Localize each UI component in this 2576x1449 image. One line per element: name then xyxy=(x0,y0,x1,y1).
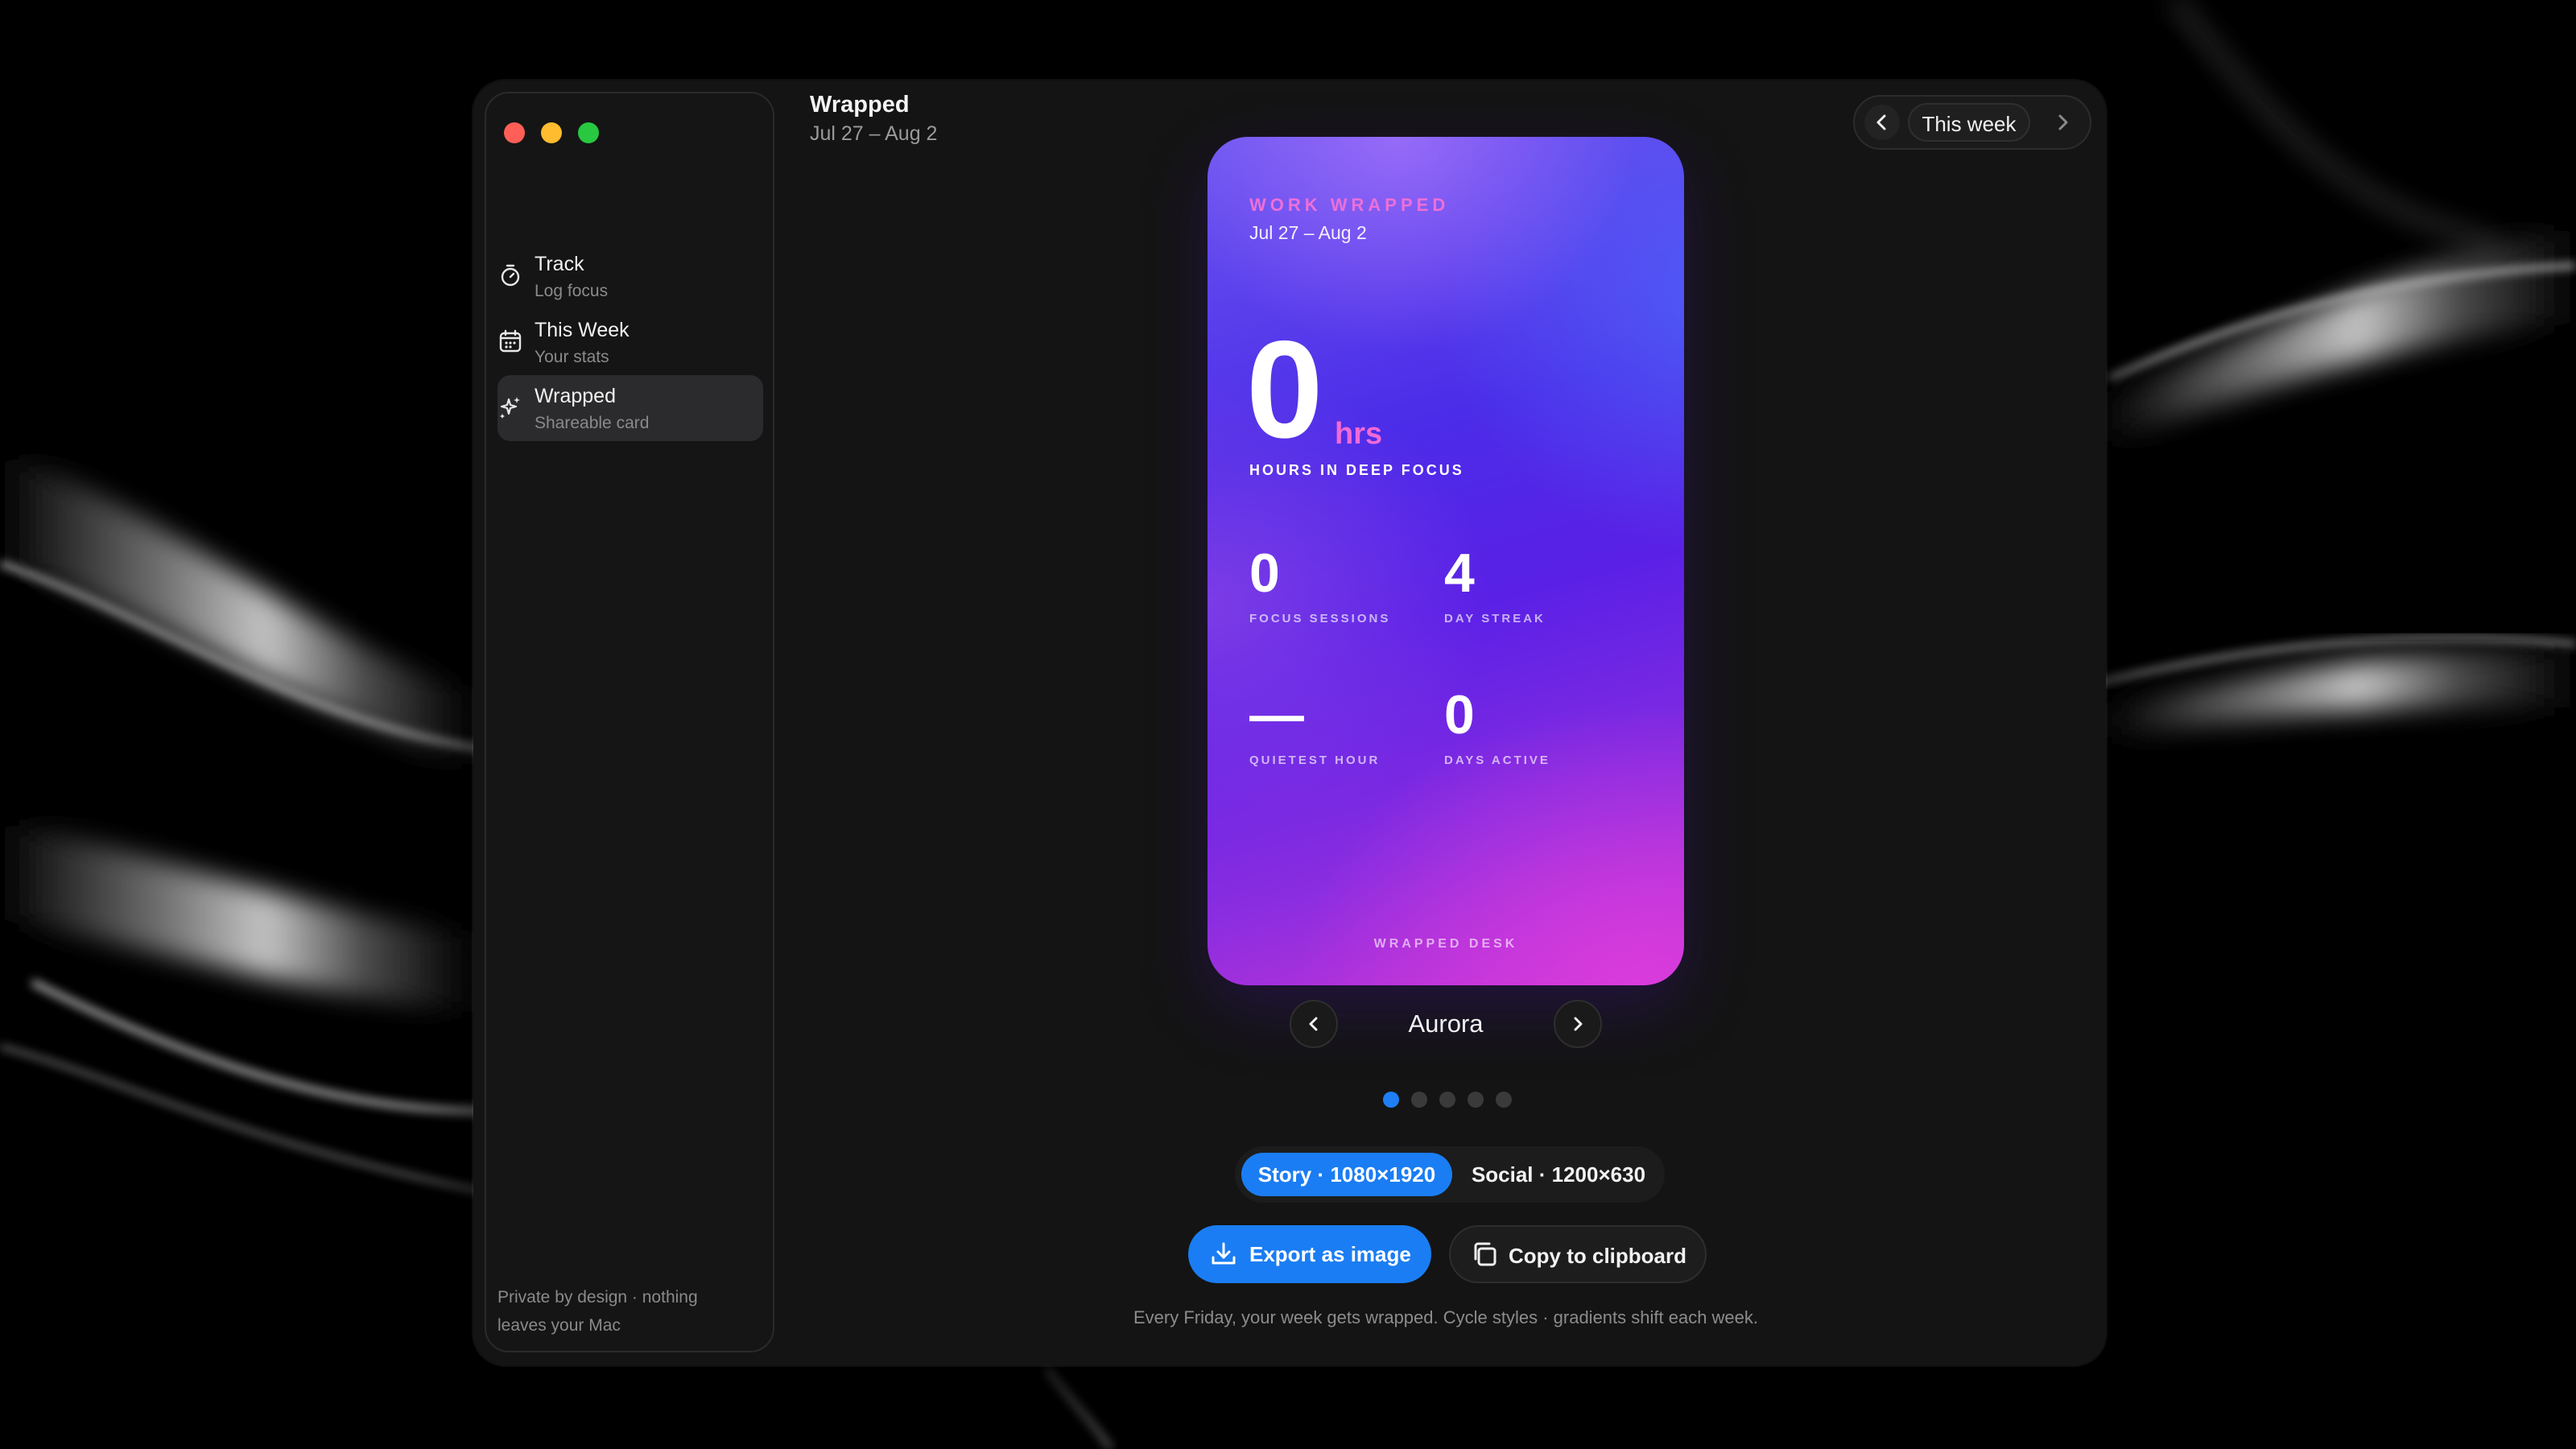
sidebar-item-title: Track xyxy=(535,253,584,275)
sidebar-item-track[interactable]: Track Log focus xyxy=(486,243,763,309)
minimize-window-button[interactable] xyxy=(541,122,562,143)
copy-clipboard-label: Copy to clipboard xyxy=(1509,1244,1686,1268)
hours-label: HOURS IN DEEP FOCUS xyxy=(1249,462,1464,478)
style-dot[interactable] xyxy=(1468,1092,1484,1108)
tagline: Every Friday, your week gets wrapped. Cy… xyxy=(1133,1307,1759,1327)
close-window-button[interactable] xyxy=(504,122,525,143)
style-dot[interactable] xyxy=(1496,1092,1512,1108)
sidebar: Track Log focus This Week Your stats Wra… xyxy=(485,92,774,1352)
sidebar-item-subtitle: Shareable card xyxy=(535,414,650,432)
card-date-range: Jul 27 – Aug 2 xyxy=(1249,222,1367,243)
format-option-story[interactable]: Story · 1080×1920 xyxy=(1241,1153,1452,1196)
chevron-right-icon xyxy=(2058,114,2068,130)
zoom-window-button[interactable] xyxy=(578,122,599,143)
next-week-button[interactable] xyxy=(2045,105,2080,140)
sidebar-item-subtitle: Your stats xyxy=(535,348,609,366)
privacy-note-line: leaves your Mac xyxy=(497,1316,621,1335)
style-dot[interactable] xyxy=(1383,1092,1399,1108)
copy-icon xyxy=(1474,1242,1496,1266)
hours-value: 0 xyxy=(1246,312,1323,467)
day-streak-label: DAY STREAK xyxy=(1444,612,1546,625)
sidebar-item-subtitle: Log focus xyxy=(535,282,609,300)
calendar-icon xyxy=(499,329,522,353)
export-image-button[interactable]: Export as image xyxy=(1188,1225,1431,1283)
download-icon xyxy=(1212,1242,1236,1265)
format-selector: Story · 1080×1920 Social · 1200×630 xyxy=(1235,1146,1665,1203)
wrapped-card: WORK WRAPPED Jul 27 – Aug 2 0 hrs HOURS … xyxy=(1208,137,1684,985)
chevron-right-icon xyxy=(1574,1017,1583,1031)
page-date-range: Jul 27 – Aug 2 xyxy=(810,122,938,145)
privacy-note: Private by design · nothing leaves your … xyxy=(497,1283,755,1340)
chevron-left-icon xyxy=(1309,1017,1318,1031)
app-window: Track Log focus This Week Your stats Wra… xyxy=(473,80,2106,1365)
card-eyebrow: WORK WRAPPED xyxy=(1249,195,1450,215)
quietest-hour-label: QUIETEST HOUR xyxy=(1249,753,1381,767)
copy-clipboard-button[interactable]: Copy to clipboard xyxy=(1449,1225,1707,1283)
sidebar-item-this-week[interactable]: This Week Your stats xyxy=(486,309,763,375)
style-name: Aurora xyxy=(1408,1009,1484,1038)
days-active-value: 0 xyxy=(1444,684,1475,745)
style-dot[interactable] xyxy=(1439,1092,1455,1108)
hours-unit: hrs xyxy=(1335,417,1383,451)
day-streak-value: 4 xyxy=(1444,543,1475,604)
stopwatch-icon xyxy=(501,264,520,287)
sidebar-item-wrapped[interactable]: Wrapped Shareable card xyxy=(497,375,763,441)
week-label[interactable]: This week xyxy=(1908,103,2030,142)
previous-week-button[interactable] xyxy=(1864,105,1900,140)
privacy-note-line: Private by design · nothing xyxy=(497,1288,698,1307)
card-footer-brand: WRAPPED DESK xyxy=(1373,937,1518,951)
page-title: Wrapped xyxy=(810,92,910,118)
format-option-social[interactable]: Social · 1200×630 xyxy=(1459,1153,1658,1196)
next-style-button[interactable] xyxy=(1554,1000,1602,1048)
style-pagination-dots xyxy=(1383,1092,1512,1108)
chevron-left-icon xyxy=(1876,114,1886,130)
days-active-label: DAYS ACTIVE xyxy=(1444,753,1550,767)
sparkles-icon xyxy=(500,397,520,419)
focus-sessions-value: 0 xyxy=(1249,543,1280,604)
quietest-hour-value: — xyxy=(1249,684,1304,745)
sidebar-item-title: Wrapped xyxy=(535,385,616,407)
week-navigator: This week xyxy=(1853,95,2091,150)
focus-sessions-label: FOCUS SESSIONS xyxy=(1249,612,1391,625)
previous-style-button[interactable] xyxy=(1290,1000,1338,1048)
style-dot[interactable] xyxy=(1411,1092,1427,1108)
export-image-label: Export as image xyxy=(1249,1242,1411,1266)
sidebar-item-title: This Week xyxy=(535,319,630,341)
window-controls xyxy=(504,122,599,143)
